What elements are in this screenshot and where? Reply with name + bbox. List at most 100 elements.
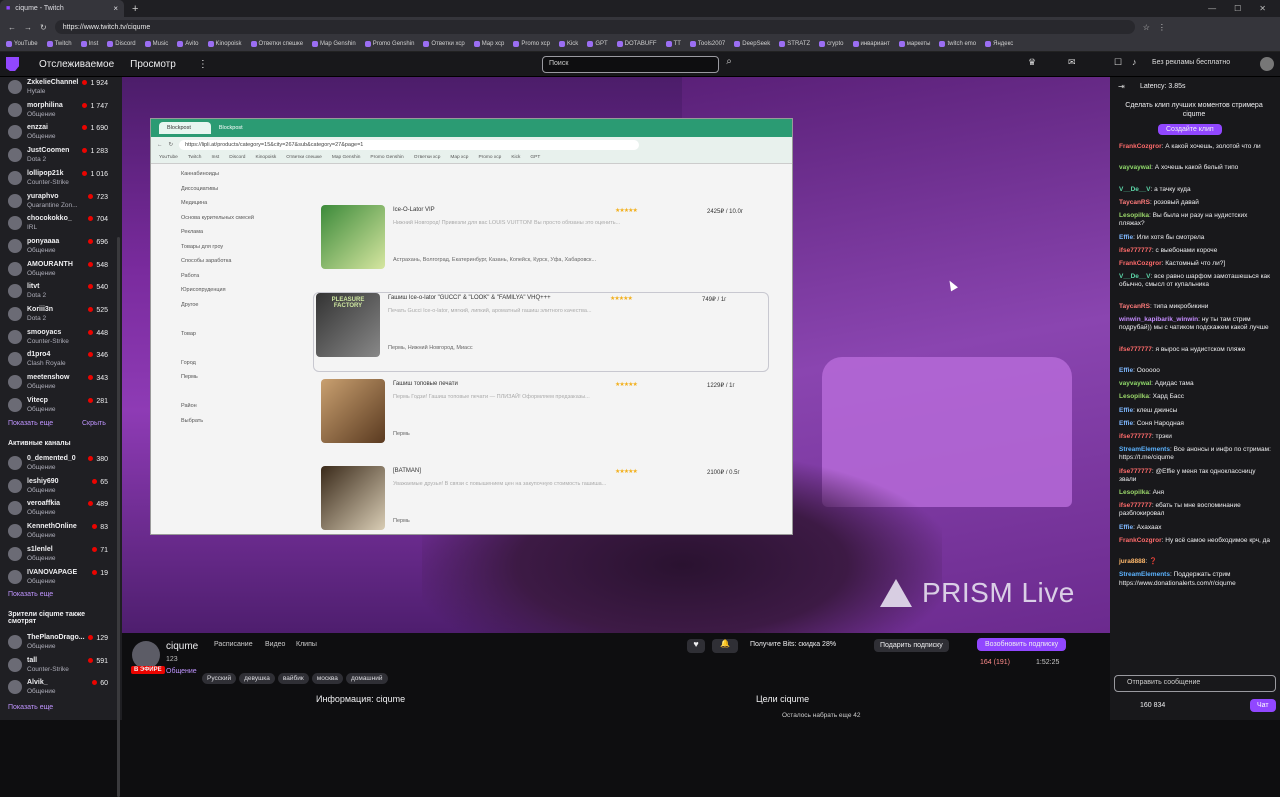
nav-following[interactable]: Отслеживаемое: [39, 59, 114, 70]
bookmark-item[interactable]: Inst: [80, 41, 98, 47]
chat-username[interactable]: winwin_kapibarik_winwin: [1119, 316, 1198, 323]
channel-avatar[interactable]: [132, 641, 160, 669]
browser-tab[interactable]: ■ ciqume - Twitch ×: [0, 0, 124, 17]
bookmark-item[interactable]: twitch emo: [939, 41, 976, 47]
sidebar-channel[interactable]: morphilina Общение 1 747: [8, 100, 120, 121]
sidebar-channel[interactable]: chocokokko_ IRL 704: [8, 213, 120, 234]
game-link[interactable]: Общение: [166, 668, 197, 675]
maximize-icon[interactable]: ☐: [1234, 4, 1241, 13]
sidebar-channel[interactable]: ZxkelieChannel Hytale 1 924: [8, 77, 120, 98]
bookmark-item[interactable]: Map хср: [473, 41, 504, 47]
chat-username[interactable]: StreamElements: [1119, 446, 1170, 453]
crown-icon[interactable]: ♛: [1028, 57, 1036, 68]
gift-sub-button[interactable]: Подарить подписку: [874, 639, 949, 652]
sidebar-channel[interactable]: ThePlanoDrago... Общение 129: [8, 632, 120, 653]
bookmark-item[interactable]: Map Genshin: [312, 41, 356, 47]
chat-username[interactable]: FrankCozgror: [1119, 260, 1162, 267]
sidebar-channel[interactable]: d1pro4 Clash Royale 346: [8, 349, 120, 370]
sidebar-channel[interactable]: JustCoomen Dota 2 1 283: [8, 145, 120, 166]
bookmark-item[interactable]: GPT: [587, 41, 608, 47]
subscribe-button[interactable]: Возобновить подписку: [977, 638, 1067, 651]
bookmark-item[interactable]: Promo хср: [513, 41, 550, 47]
bookmark-item[interactable]: Kinopoisk: [207, 41, 242, 47]
url-field[interactable]: https://www.twitch.tv/ciqume: [54, 20, 1135, 34]
sidebar-channel[interactable]: Vitecp Общение 281: [8, 395, 120, 416]
chat-username[interactable]: Lesopilka: [1119, 393, 1149, 400]
chat-username[interactable]: vayvaywal: [1119, 380, 1151, 387]
chat-username[interactable]: ifse777777: [1119, 433, 1152, 440]
bookmark-item[interactable]: Discord: [107, 41, 136, 47]
sidebar-scrollbar[interactable]: [117, 237, 120, 797]
tag-pill[interactable]: Русский: [202, 673, 237, 684]
close-window-icon[interactable]: ✕: [1259, 4, 1266, 13]
sidebar-channel[interactable]: s1lenlel Общение 71: [8, 544, 120, 565]
star-icon[interactable]: ☆: [1143, 23, 1150, 32]
hide-link[interactable]: Скрыть: [82, 420, 106, 427]
reload-icon[interactable]: ↻: [40, 23, 47, 32]
bookmark-item[interactable]: YouTube: [6, 41, 38, 47]
new-tab-icon[interactable]: +: [132, 3, 138, 15]
sidebar-channel[interactable]: meetenshow Общение 343: [8, 372, 120, 393]
nav-more-icon[interactable]: ⋮: [198, 59, 208, 70]
tag-pill[interactable]: девушка: [239, 673, 275, 684]
inbox-icon[interactable]: ☐: [1114, 57, 1122, 68]
notifications-icon[interactable]: ✉: [1068, 57, 1076, 68]
bookmark-item[interactable]: инвариант: [852, 41, 890, 47]
search-input[interactable]: Поиск: [542, 56, 719, 73]
chat-send-button[interactable]: Чат: [1250, 699, 1276, 712]
bookmark-item[interactable]: Kick: [558, 41, 578, 47]
bookmark-item[interactable]: маркеты: [898, 41, 930, 47]
forward-icon[interactable]: →: [24, 23, 32, 32]
chat-username[interactable]: Effie: [1119, 524, 1133, 531]
chat-username[interactable]: jura8888: [1119, 558, 1145, 565]
bookmark-item[interactable]: crypto: [819, 41, 844, 47]
bookmark-item[interactable]: Promo Genshin: [364, 41, 414, 47]
chat-username[interactable]: Lesopilka: [1119, 489, 1149, 496]
bookmark-item[interactable]: Ответки спешке: [250, 41, 303, 47]
bookmark-item[interactable]: Яндекс: [985, 41, 1013, 47]
bookmark-item[interactable]: STRATZ: [779, 41, 810, 47]
avatar[interactable]: [1260, 57, 1274, 71]
chat-username[interactable]: StreamElements: [1119, 571, 1170, 578]
tag-pill[interactable]: домашний: [345, 673, 388, 684]
chat-input[interactable]: Отправить сообщение: [1114, 675, 1276, 692]
sidebar-channel[interactable]: litvt Dota 2 540: [8, 281, 120, 302]
sidebar-channel[interactable]: smooyacs Counter-Strike 448: [8, 327, 120, 348]
chat-username[interactable]: TaycanRS: [1119, 199, 1150, 206]
bookmark-item[interactable]: Music: [144, 41, 168, 47]
tag-pill[interactable]: москва: [311, 673, 343, 684]
sidebar-channel[interactable]: tall Counter-Strike 591: [8, 655, 120, 676]
chat-username[interactable]: FrankCozgror: [1119, 143, 1162, 150]
chat-username[interactable]: Lesopilka: [1119, 212, 1149, 219]
chat-username[interactable]: ifse777777: [1119, 346, 1152, 353]
chat-username[interactable]: FrankCozgror: [1119, 537, 1162, 544]
nav-browse[interactable]: Просмотр: [130, 59, 176, 70]
chat-username[interactable]: V__De__V: [1119, 273, 1150, 280]
chat-username[interactable]: Effie: [1119, 234, 1133, 241]
show-more-link[interactable]: Показать еще: [8, 591, 53, 598]
video-player[interactable]: PRISM Live Blockpost Blockpost ← ↻ https…: [122, 77, 1110, 633]
sidebar-channel[interactable]: enzzai Общение 1 690: [8, 122, 120, 143]
search-icon[interactable]: ⌕: [721, 56, 737, 73]
bits-button[interactable]: Получите Bits: скидка 28%: [750, 641, 836, 648]
heart-icon[interactable]: ♥: [687, 639, 705, 653]
clips-link[interactable]: Клипы: [296, 641, 317, 648]
twitch-logo-icon[interactable]: [6, 57, 19, 71]
sidebar-channel[interactable]: KennethOnline Общение 83: [8, 521, 120, 542]
chat-username[interactable]: ifse777777: [1119, 247, 1152, 254]
show-more-link[interactable]: Показать еще: [8, 704, 53, 711]
tag-pill[interactable]: вайбик: [277, 673, 309, 684]
bookmark-item[interactable]: DOTABUFF: [616, 41, 657, 47]
chat-username[interactable]: V__De__V: [1119, 186, 1150, 193]
bookmark-item[interactable]: Tools2007: [689, 41, 725, 47]
sidebar-channel[interactable]: Alvik_ Общение 60: [8, 677, 120, 698]
bookmark-item[interactable]: TT: [665, 41, 681, 47]
chat-username[interactable]: Effie: [1119, 407, 1133, 414]
bookmark-item[interactable]: Avito: [177, 41, 199, 47]
back-icon[interactable]: ←: [8, 23, 16, 32]
chat-username[interactable]: Effie: [1119, 367, 1133, 374]
channel-points[interactable]: 160 834: [1140, 702, 1165, 709]
minimize-icon[interactable]: —: [1208, 4, 1216, 13]
create-clip-button[interactable]: Создайте клип: [1158, 124, 1222, 135]
sidebar-channel[interactable]: 0_demented_0 Общение 380: [8, 453, 120, 474]
